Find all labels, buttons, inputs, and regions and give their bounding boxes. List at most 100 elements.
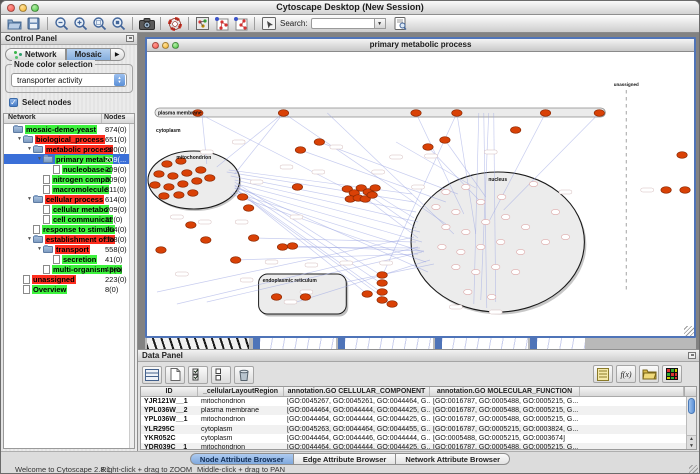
table-scrollbar-thumb[interactable]	[688, 398, 695, 414]
tree-row-count: 209(0)	[105, 175, 127, 184]
column-header[interactable]: ID	[141, 387, 198, 396]
main-toolbar: Search: ▼	[1, 15, 699, 33]
table-row[interactable]: YLR295Ccytoplasm[GO:0045263, GO:0044464,…	[141, 425, 696, 434]
tree-row[interactable]: response to stimulu264(0)	[4, 224, 134, 234]
tree-row[interactable]: ▼establishment of lo558(0)	[4, 234, 134, 244]
tree-row[interactable]: macromolecule311(0)	[4, 184, 134, 194]
tree-row-count: 209(0)	[105, 165, 127, 174]
control-panel-header: Control Panel	[1, 33, 137, 45]
table-row[interactable]: YKR052Ccytoplasm[GO:0044464, GO:0044446,…	[141, 434, 696, 443]
tab-network-attribute-browser[interactable]: Network Attribute Browser	[396, 453, 510, 465]
open-file-button[interactable]	[5, 16, 24, 32]
tab-node-attribute-browser[interactable]: Node Attribute Browser	[190, 453, 294, 465]
tree-row[interactable]: nitrogen compo209(0)	[4, 174, 134, 184]
expander-icon[interactable]: ▼	[26, 196, 33, 202]
help-icon[interactable]	[165, 16, 184, 32]
new-attribute-icon[interactable]	[165, 366, 185, 384]
app-resize-grip[interactable]	[689, 465, 698, 474]
column-header[interactable]: annotation.GO CELLULAR_COMPONENT	[284, 387, 430, 396]
tree-row[interactable]: ▼biological_process651(0)	[4, 134, 134, 144]
formula-builder-icon[interactable]: f(x)	[616, 365, 636, 383]
zoom-out-icon[interactable]	[52, 16, 71, 32]
delete-attribute-icon[interactable]	[234, 366, 254, 384]
network-graph[interactable]: plasma membranecytoplasmmitochondrionnuc…	[147, 52, 694, 336]
window-titlebar[interactable]: Cytoscape Desktop (New Session)	[1, 1, 699, 15]
expander-icon[interactable]: ▼	[26, 236, 33, 242]
color-mapper-icon[interactable]	[662, 365, 682, 383]
control-panel: Control Panel NetworkMosaic▶ Node color …	[1, 33, 138, 451]
tree-row[interactable]: mosaic-demo-yeast874(0)	[4, 124, 134, 134]
table-corner-button[interactable]	[684, 387, 696, 396]
tree-col-nodes[interactable]: Nodes	[102, 114, 134, 123]
node-color-dropdown[interactable]: transporter activity ▲▼	[11, 73, 127, 87]
status-text: Right-click + drag to ZOOM	[101, 465, 192, 474]
column-header[interactable]: _cellularLayoutRegion	[198, 387, 284, 396]
tab-edge-attribute-browser[interactable]: Edge Attribute Browser	[294, 453, 396, 465]
tree-row[interactable]: ▼transport558(0)	[4, 244, 134, 254]
data-panel: Data Panel f(x)	[138, 349, 699, 451]
table-cell: YPL036W__2	[141, 407, 198, 414]
expander-icon[interactable]: ▼	[36, 156, 43, 162]
network-window-titlebar[interactable]: primary metabolic process	[147, 39, 694, 52]
table-cell: [GO:0016787, GO:0005215, GO:0003824, G..…	[430, 426, 580, 433]
svg-text:plasma membrane: plasma membrane	[158, 110, 202, 116]
svg-text:endoplasmic reticulum: endoplasmic reticulum	[263, 278, 318, 284]
snapshot-icon[interactable]	[137, 16, 156, 32]
network-view-window[interactable]: primary metabolic process plasma membran…	[145, 37, 696, 338]
tree-row[interactable]: ▼primary metabo209(...	[4, 154, 134, 164]
save-session-button[interactable]	[24, 16, 43, 32]
attribute-browser-tabs: Node Attribute BrowserEdge Attribute Bro…	[1, 453, 699, 465]
table-scrollbar[interactable]: ▲▼	[686, 397, 696, 449]
tree-row[interactable]: Overview8(0)	[4, 284, 134, 294]
zoom-in-icon[interactable]	[71, 16, 90, 32]
expander-icon[interactable]: ▼	[36, 246, 43, 252]
select-nodes-checkbox[interactable]: ✓	[9, 98, 18, 107]
attribute-matrix-icon[interactable]	[593, 365, 613, 383]
apply-layout-b-icon[interactable]	[231, 16, 250, 32]
network-overview-icon[interactable]	[193, 16, 212, 32]
tree-row[interactable]: ▼cellular process614(0)	[4, 194, 134, 204]
expander-icon[interactable]: ▼	[16, 136, 23, 142]
table-row[interactable]: YPL036W__1mitochondrion[GO:0044464, GO:0…	[141, 415, 696, 424]
tree-row-label: secretion	[62, 255, 97, 264]
network-nodes[interactable]	[150, 110, 690, 308]
unselect-attributes-icon[interactable]	[211, 366, 231, 384]
export-table-icon[interactable]	[142, 366, 162, 384]
window-resize-grip[interactable]	[684, 326, 694, 336]
tab-overflow-icon[interactable]: ▶	[111, 48, 125, 61]
background-network-windows[interactable]	[145, 337, 696, 349]
expander-icon[interactable]: ▼	[26, 146, 33, 152]
tree-row[interactable]: multi-organism pro42(0)	[4, 264, 134, 274]
folder-icon	[23, 136, 33, 143]
zoom-fit-icon[interactable]	[109, 16, 128, 32]
tree-row[interactable]: ▼metabolic process280(0)	[4, 144, 134, 154]
tree-col-network[interactable]: Network	[4, 114, 102, 123]
network-canvas[interactable]: plasma membranecytoplasmmitochondrionnuc…	[147, 52, 694, 336]
column-header[interactable]: annotation.GO MOLECULAR_FUNCTION	[430, 387, 580, 396]
table-cell: [GO:0005488, GO:0005215, GO:0003674]	[430, 435, 580, 442]
search-label: Search:	[280, 19, 308, 28]
rebuild-search-index-icon[interactable]	[391, 16, 410, 32]
float-panel-icon[interactable]	[126, 35, 134, 42]
select-attributes-icon[interactable]	[188, 366, 208, 384]
svg-text:unassigned: unassigned	[614, 82, 639, 87]
tree-scrollbar[interactable]	[129, 124, 134, 448]
tree-row[interactable]: secretion41(0)	[4, 254, 134, 264]
tree-row[interactable]: cellular metabo209(0)	[4, 204, 134, 214]
search-input[interactable]	[311, 18, 375, 29]
table-scrollbar-arrows[interactable]: ▲▼	[687, 435, 696, 449]
table-cell: YKR052C	[141, 435, 198, 442]
search-dropdown-icon[interactable]: ▼	[375, 18, 386, 29]
tree-row[interactable]: unassigned223(0)	[4, 274, 134, 284]
float-data-panel-icon[interactable]	[688, 352, 696, 359]
table-row[interactable]: YPL036W__2plasma membrane[GO:0044464, GO…	[141, 406, 696, 415]
folder-icon	[13, 126, 23, 133]
tree-row[interactable]: cell communicat22(0)	[4, 214, 134, 224]
zoom-selected-region-icon[interactable]	[90, 16, 109, 32]
import-attributes-icon[interactable]	[639, 365, 659, 383]
apply-layout-a-icon[interactable]	[212, 16, 231, 32]
table-row[interactable]: YJR121W__1mitochondrion[GO:0045267, GO:0…	[141, 397, 696, 406]
annotation-icon[interactable]	[259, 16, 278, 32]
table-row[interactable]: YDR039C__1mitochondrion[GO:0044464, GO:0…	[141, 443, 696, 450]
tree-row[interactable]: nucleobase-c209(0)	[4, 164, 134, 174]
